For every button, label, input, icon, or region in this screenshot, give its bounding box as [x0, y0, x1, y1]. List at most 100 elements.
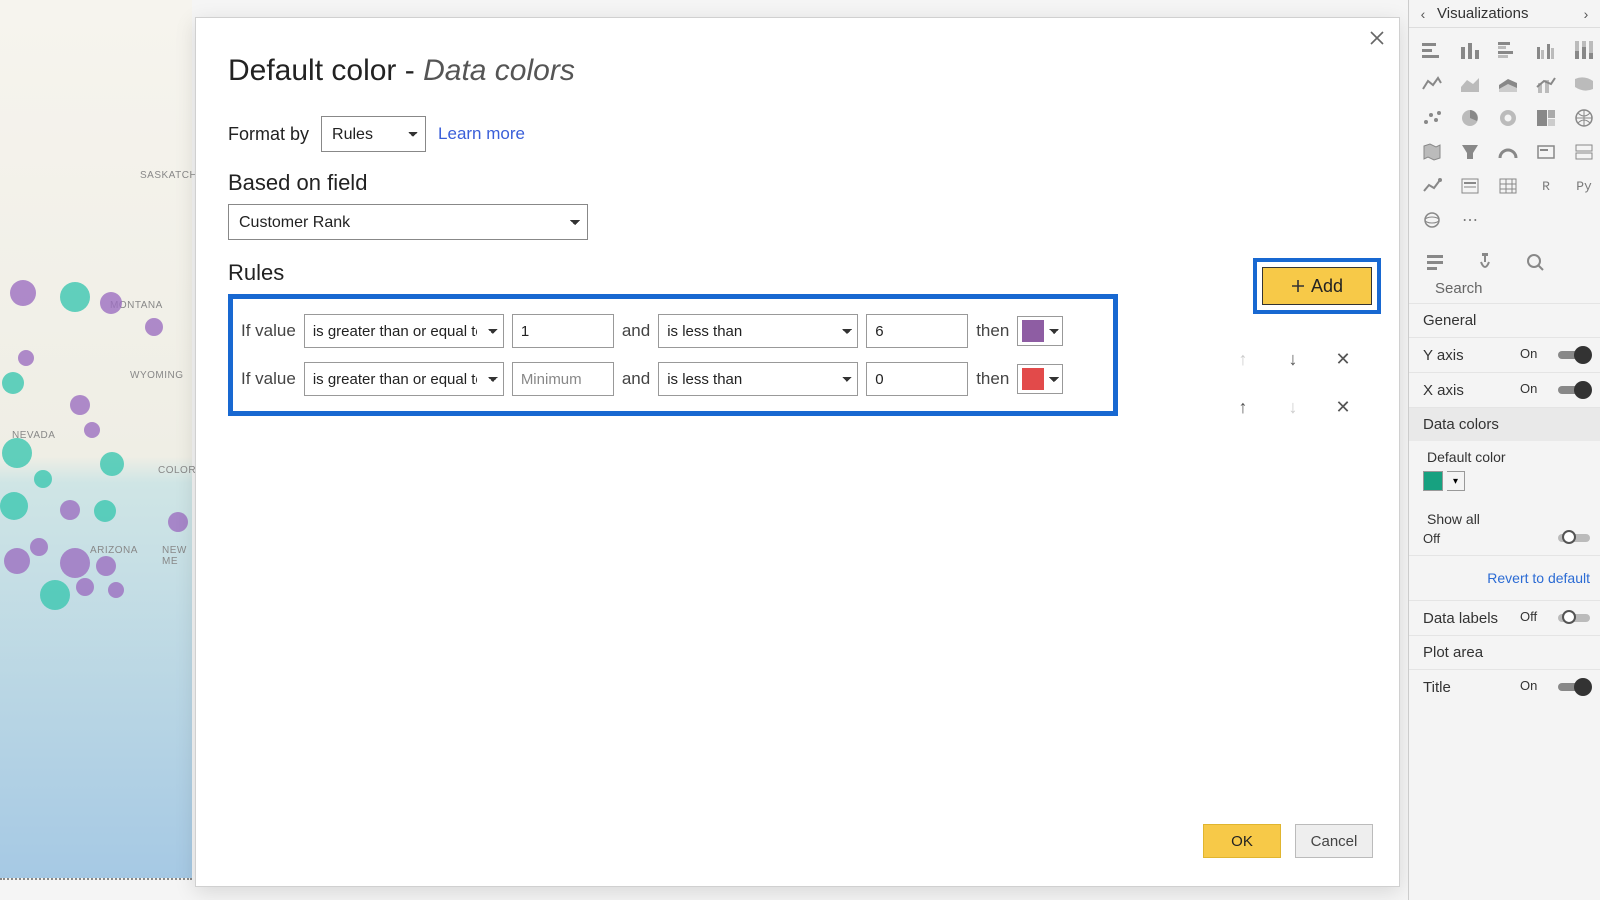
viz-treemap-icon[interactable]	[1529, 104, 1563, 132]
then-label: then	[976, 369, 1009, 389]
dialog-title-main: Default color	[228, 54, 396, 87]
plus-icon	[1291, 279, 1305, 293]
rule-move-up[interactable]: ↑	[1232, 396, 1254, 418]
rule-operator-2[interactable]: is less than	[658, 314, 858, 348]
viz-combo-icon[interactable]	[1529, 70, 1563, 98]
viz-funnel-icon[interactable]	[1453, 138, 1487, 166]
viz-area-icon[interactable]	[1453, 70, 1487, 98]
add-rule-label: Add	[1311, 276, 1343, 297]
prop-general[interactable]: General	[1409, 303, 1600, 337]
analytics-pane-icon[interactable]	[1525, 252, 1545, 272]
and-label: and	[622, 321, 650, 341]
viz-map-icon[interactable]	[1567, 104, 1600, 132]
prop-plot-area[interactable]: Plot area	[1409, 635, 1600, 669]
panel-title: Visualizations	[1433, 5, 1576, 22]
visualizations-panel: ‹ Visualizations › R Py ⋯	[1408, 0, 1600, 900]
rule-value-1[interactable]	[512, 362, 614, 396]
viz-line-icon[interactable]	[1415, 70, 1449, 98]
viz-table-icon[interactable]	[1491, 172, 1525, 200]
rule-operator-1[interactable]: is greater than or equal to	[304, 314, 504, 348]
rule-color-picker[interactable]	[1017, 364, 1063, 394]
color-swatch	[1423, 471, 1443, 491]
prop-y-axis[interactable]: Y axis On	[1409, 337, 1600, 372]
rules-container-highlight: If value is greater than or equal to and…	[228, 294, 1118, 416]
fields-pane-icon[interactable]	[1425, 252, 1445, 272]
viz-slicer-icon[interactable]	[1453, 172, 1487, 200]
rule-value-2[interactable]	[866, 314, 968, 348]
toggle-show-all[interactable]	[1546, 529, 1590, 547]
color-chip	[1022, 320, 1044, 342]
ok-button[interactable]: OK	[1203, 824, 1281, 858]
viz-clustered-column-icon[interactable]	[1529, 36, 1563, 64]
viz-gauge-icon[interactable]	[1491, 138, 1525, 166]
panel-header: ‹ Visualizations ›	[1409, 0, 1600, 28]
prop-x-axis[interactable]: X axis On	[1409, 372, 1600, 407]
rules-label: Rules	[228, 260, 1371, 286]
chevron-down-icon[interactable]: ▾	[1447, 471, 1465, 491]
learn-more-link[interactable]: Learn more	[438, 124, 525, 144]
prop-title[interactable]: Title On	[1409, 669, 1600, 704]
default-color-picker[interactable]: ▾	[1409, 465, 1600, 501]
rule-value-2[interactable]	[866, 362, 968, 396]
if-value-label: If value	[241, 369, 296, 389]
panel-collapse-right[interactable]: ›	[1576, 6, 1596, 22]
toggle-title[interactable]: On	[1546, 678, 1590, 696]
conditional-formatting-dialog: Default color - Data colors Format by Ru…	[195, 17, 1400, 887]
prop-show-all-label: Show all	[1409, 501, 1600, 527]
panel-collapse-left[interactable]: ‹	[1413, 6, 1433, 22]
add-rule-button[interactable]: Add	[1262, 267, 1372, 305]
viz-more-icon[interactable]: ⋯	[1453, 206, 1487, 234]
add-rule-highlight: Add	[1253, 258, 1381, 314]
prop-data-colors[interactable]: Data colors	[1409, 407, 1600, 441]
viz-multirow-card-icon[interactable]	[1567, 138, 1600, 166]
prop-default-color-label: Default color	[1409, 441, 1600, 465]
rule-operator-2[interactable]: is less than	[658, 362, 858, 396]
and-label: and	[622, 369, 650, 389]
rule-move-down[interactable]: ↓	[1282, 348, 1304, 370]
viz-scatter-icon[interactable]	[1415, 104, 1449, 132]
format-by-select[interactable]: Rules	[321, 116, 426, 152]
viz-globe-icon[interactable]	[1415, 206, 1449, 234]
rule-value-1[interactable]	[512, 314, 614, 348]
revert-to-default[interactable]: Revert to default	[1409, 555, 1600, 600]
based-on-field-select[interactable]: Customer Rank	[228, 204, 588, 240]
toggle-data-labels[interactable]: Off	[1546, 609, 1590, 627]
rule-delete[interactable]: ✕	[1332, 348, 1354, 370]
viz-python-icon[interactable]: Py	[1567, 172, 1600, 200]
viz-100-stacked-icon[interactable]	[1567, 36, 1600, 64]
viz-ribbon-icon[interactable]	[1567, 70, 1600, 98]
toggle-y-axis[interactable]: On	[1546, 346, 1590, 364]
viz-filled-map-icon[interactable]	[1415, 138, 1449, 166]
rule-row: If value is greater than or equal to and…	[241, 307, 1105, 355]
then-label: then	[976, 321, 1009, 341]
viz-donut-icon[interactable]	[1491, 104, 1525, 132]
dialog-title-sub: Data colors	[423, 54, 575, 87]
prop-show-all[interactable]: Off	[1409, 527, 1600, 555]
rule-delete[interactable]: ✕	[1332, 396, 1354, 418]
rule-color-picker[interactable]	[1017, 316, 1063, 346]
map-label: WYOMING	[130, 370, 184, 381]
viz-stacked-bar-icon[interactable]	[1415, 36, 1449, 64]
map-label: COLOR	[158, 465, 196, 476]
viz-stacked-column-icon[interactable]	[1453, 36, 1487, 64]
viz-stacked-area-icon[interactable]	[1491, 70, 1525, 98]
map-label: SASKATCH	[140, 170, 197, 181]
viz-r-script-icon[interactable]: R	[1529, 172, 1563, 200]
viz-card-icon[interactable]	[1529, 138, 1563, 166]
dialog-title: Default color - Data colors	[228, 54, 1371, 88]
rule-row: If value is greater than or equal to and…	[241, 355, 1105, 403]
format-pane-icon[interactable]	[1475, 252, 1495, 272]
cancel-button[interactable]: Cancel	[1295, 824, 1373, 858]
viz-pie-icon[interactable]	[1453, 104, 1487, 132]
viz-kpi-icon[interactable]	[1415, 172, 1449, 200]
prop-data-labels[interactable]: Data labels Off	[1409, 600, 1600, 635]
based-on-field-label: Based on field	[228, 170, 1371, 196]
toggle-x-axis[interactable]: On	[1546, 381, 1590, 399]
map-label: ARIZONA	[90, 545, 138, 556]
rule-operator-1[interactable]: is greater than or equal to	[304, 362, 504, 396]
map-background: SASKATCH MONTANA WYOMING NEVADA COLOR AR…	[0, 0, 192, 880]
if-value-label: If value	[241, 321, 296, 341]
map-label: NEW ME	[162, 545, 192, 567]
viz-clustered-bar-icon[interactable]	[1491, 36, 1525, 64]
search-field[interactable]: Search	[1435, 280, 1592, 297]
